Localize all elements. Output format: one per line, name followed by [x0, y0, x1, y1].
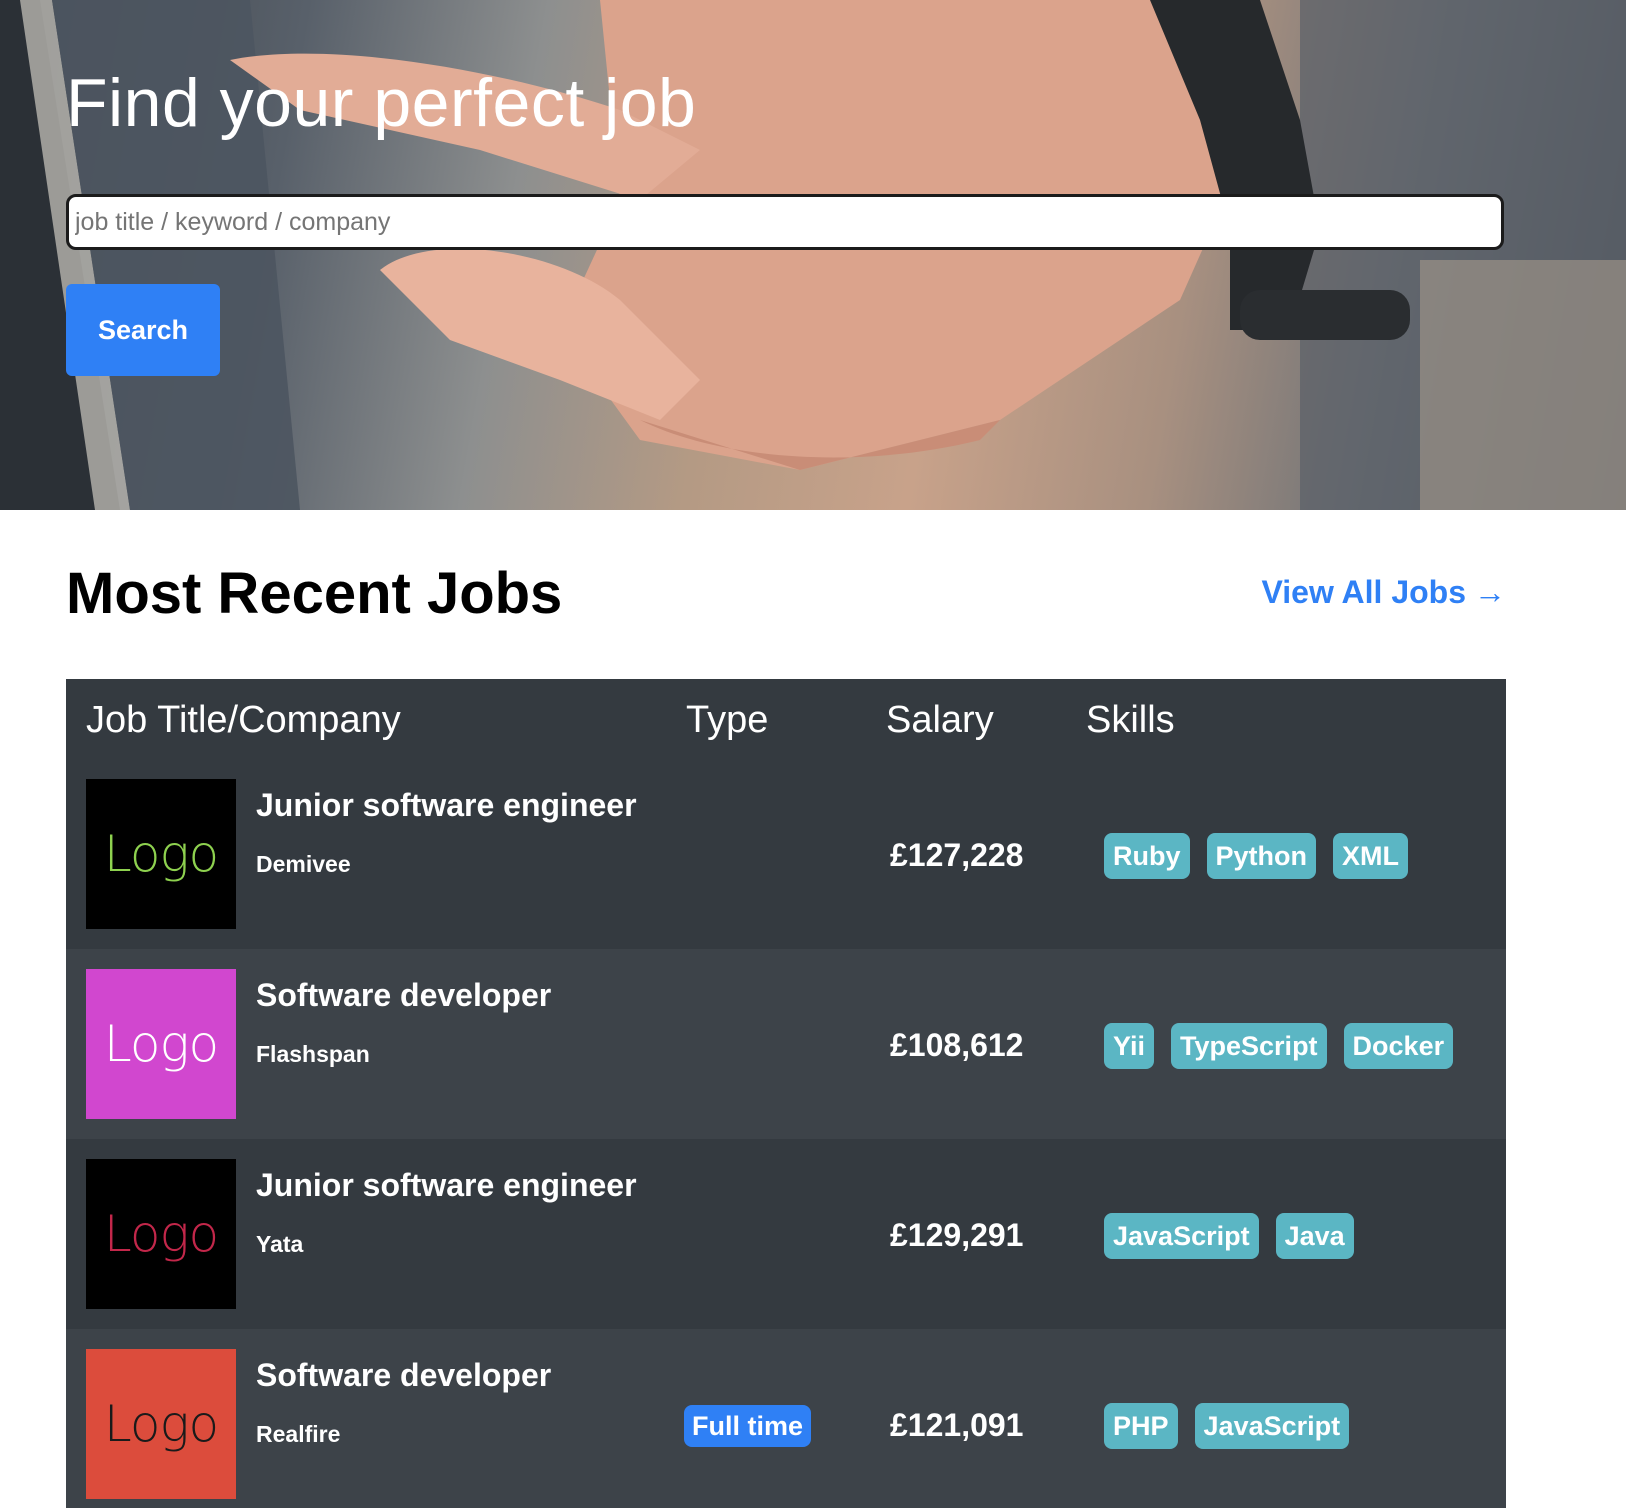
skill-badge: Ruby — [1104, 833, 1190, 879]
table-row[interactable]: Logo Software developer Realfire Full time £… — [66, 1329, 1506, 1508]
column-header-skills: Skills — [1086, 699, 1175, 741]
company-name: Flashspan — [256, 1041, 370, 1067]
skills-list: PHP JavaScript — [1104, 1403, 1350, 1449]
skill-badge: JavaScript — [1194, 1403, 1350, 1449]
company-logo: Logo — [86, 1349, 236, 1499]
company-logo: Logo — [86, 1159, 236, 1309]
hero-title: Find your perfect job — [66, 65, 697, 141]
jobs-table: Job Title/Company Type Salary Skills Log… — [66, 679, 1506, 1508]
skill-badge: PHP — [1104, 1403, 1178, 1449]
salary: £129,291 — [890, 1217, 1024, 1253]
search-input[interactable] — [66, 194, 1504, 250]
search-button[interactable]: Search — [66, 284, 220, 376]
company-name: Yata — [256, 1231, 304, 1257]
skills-list: JavaScript Java — [1104, 1213, 1354, 1259]
skills-list: Yii TypeScript Docker — [1104, 1023, 1454, 1069]
table-row[interactable]: Logo Junior software engineer Demivee £127,… — [66, 759, 1506, 949]
skill-badge: Yii — [1104, 1023, 1155, 1069]
view-all-jobs-link[interactable]: View All Jobs → — [1261, 574, 1506, 611]
table-row[interactable]: Logo Software developer Flashspan £108,612 Y… — [66, 949, 1506, 1139]
company-name: Realfire — [256, 1421, 341, 1447]
salary: £121,091 — [890, 1407, 1024, 1443]
job-title[interactable]: Software developer — [256, 1357, 551, 1394]
view-all-label: View All Jobs — [1261, 574, 1466, 610]
job-title[interactable]: Software developer — [256, 977, 551, 1014]
column-header-salary: Salary — [886, 699, 994, 741]
job-title[interactable]: Junior software engineer — [256, 1167, 637, 1204]
skill-badge: Java — [1275, 1213, 1354, 1259]
salary: £108,612 — [890, 1027, 1024, 1063]
table-row[interactable]: Logo Junior software engineer Yata £129,291… — [66, 1139, 1506, 1329]
skill-badge: JavaScript — [1104, 1213, 1259, 1259]
skill-badge: TypeScript — [1171, 1023, 1327, 1069]
skill-badge: Docker — [1343, 1023, 1454, 1069]
job-type-badge: Full time — [684, 1405, 812, 1447]
hero-banner: Find your perfect job Search — [0, 0, 1626, 510]
job-title[interactable]: Junior software engineer — [256, 787, 637, 824]
column-header-type: Type — [686, 699, 769, 741]
arrow-right-icon: → — [1474, 574, 1506, 610]
skills-list: Ruby Python XML — [1104, 833, 1408, 879]
column-header-job-title: Job Title/Company — [86, 699, 401, 741]
salary: £127,228 — [890, 837, 1024, 873]
section-title: Most Recent Jobs — [66, 561, 563, 626]
company-name: Demivee — [256, 851, 351, 877]
company-logo: Logo — [86, 779, 236, 929]
company-logo: Logo — [86, 969, 236, 1119]
skill-badge: Python — [1206, 833, 1316, 879]
skill-badge: XML — [1333, 833, 1408, 879]
